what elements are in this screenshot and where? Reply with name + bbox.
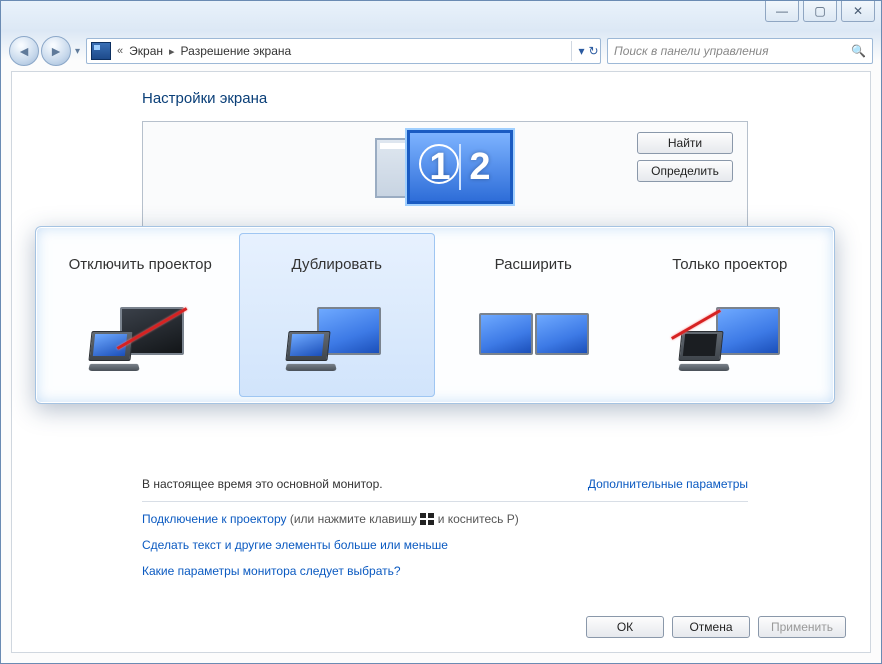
projector-only-icon xyxy=(670,301,790,371)
close-button[interactable]: ✕ xyxy=(841,1,875,22)
projector-mode-popup: Отключить проектор Дублировать Расширить… xyxy=(35,226,835,404)
display-preview[interactable]: 1 2 xyxy=(375,130,515,210)
breadcrumb-separator: ▸ xyxy=(169,45,175,58)
mode-label: Отключить проектор xyxy=(69,245,212,285)
connect-projector-line: Подключение к проектору (или нажмите кла… xyxy=(142,502,748,528)
refresh-button[interactable]: ▾ ↻ xyxy=(571,41,598,61)
advanced-settings-link[interactable]: Дополнительные параметры xyxy=(588,477,748,491)
breadcrumb-item-screen[interactable]: Экран xyxy=(129,44,163,58)
monitor-number-2: 2 xyxy=(463,146,497,189)
mode-label: Дублировать xyxy=(292,245,382,285)
monitor-number-1: 1 xyxy=(423,146,457,189)
status-text: В настоящее время это основной монитор. xyxy=(142,477,383,491)
mode-option-extend[interactable]: Расширить xyxy=(435,233,632,397)
mode-label: Только проектор xyxy=(672,245,787,285)
maximize-button[interactable]: ▢ xyxy=(803,1,837,22)
preview-buttons: Найти Определить xyxy=(637,132,733,182)
search-placeholder: Поиск в панели управления xyxy=(614,44,769,58)
resize-text-link[interactable]: Сделать текст и другие элементы больше и… xyxy=(142,538,448,552)
windows-key-icon xyxy=(420,513,434,525)
mode-option-duplicate[interactable]: Дублировать xyxy=(239,233,436,397)
page-title: Настройки экрана xyxy=(142,90,748,107)
nav-history-dropdown[interactable]: ▾ xyxy=(75,46,80,57)
window-controls: — ▢ ✕ xyxy=(765,1,875,22)
breadcrumb-prefix: « xyxy=(117,45,123,57)
nav-arrows: ◄ ► ▾ xyxy=(9,36,80,66)
dialog-footer: ОК Отмена Применить xyxy=(586,616,846,638)
mode-option-disconnect[interactable]: Отключить проектор xyxy=(42,233,239,397)
apply-button[interactable]: Применить xyxy=(758,616,846,638)
refresh-icon: ↻ xyxy=(588,44,598,58)
control-panel-window: — ▢ ✕ ◄ ► ▾ « Экран ▸ Разрешение экрана … xyxy=(0,0,882,664)
display-icon xyxy=(91,42,111,60)
disconnect-projector-icon xyxy=(80,301,200,371)
extend-icon xyxy=(473,301,593,371)
identify-button[interactable]: Определить xyxy=(637,160,733,182)
nav-forward-button[interactable]: ► xyxy=(41,36,71,66)
nav-back-button[interactable]: ◄ xyxy=(9,36,39,66)
connect-projector-link[interactable]: Подключение к проектору xyxy=(142,512,287,526)
ok-button[interactable]: ОК xyxy=(586,616,664,638)
duplicate-icon xyxy=(277,301,397,371)
connect-hint-a: (или нажмите клавишу xyxy=(290,512,421,526)
monitor-group-icon: 1 2 xyxy=(375,130,515,210)
connect-hint-b: и коснитесь P) xyxy=(438,512,519,526)
breadcrumb-item-resolution[interactable]: Разрешение экрана xyxy=(181,44,292,58)
mode-option-projector-only[interactable]: Только проектор xyxy=(632,233,829,397)
primary-monitor-thumb: 1 2 xyxy=(407,130,513,204)
info-area: В настоящее время это основной монитор. … xyxy=(142,473,748,580)
nav-bar: ◄ ► ▾ « Экран ▸ Разрешение экрана ▾ ↻ По… xyxy=(1,33,881,69)
monitor-divider xyxy=(459,144,461,190)
which-settings-link[interactable]: Какие параметры монитора следует выбрать… xyxy=(142,564,401,578)
address-breadcrumb[interactable]: « Экран ▸ Разрешение экрана ▾ ↻ xyxy=(86,38,601,64)
detect-button[interactable]: Найти xyxy=(637,132,733,154)
status-row: В настоящее время это основной монитор. … xyxy=(142,473,748,502)
minimize-button[interactable]: — xyxy=(765,1,799,22)
search-input[interactable]: Поиск в панели управления 🔍 xyxy=(607,38,873,64)
search-icon: 🔍 xyxy=(851,44,866,58)
mode-label: Расширить xyxy=(495,245,572,285)
cancel-button[interactable]: Отмена xyxy=(672,616,750,638)
refresh-split: ▾ xyxy=(571,44,584,58)
